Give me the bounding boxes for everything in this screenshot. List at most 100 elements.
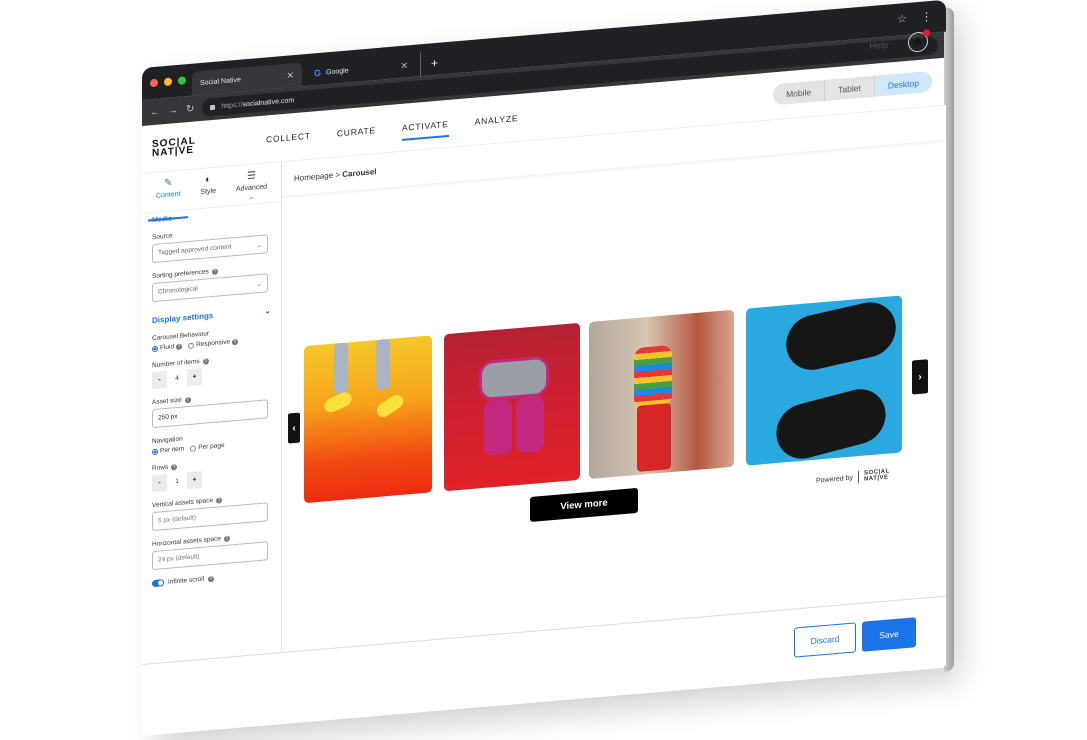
close-tab-icon[interactable]: ✕ xyxy=(400,60,408,72)
mockup-stage: Social Native ✕ G Google ✕ + ☆ ⋮ ← → ↻ h… xyxy=(0,0,1087,737)
image-detail xyxy=(374,392,406,420)
help-icon[interactable]: ? xyxy=(232,338,239,345)
increment-button[interactable]: + xyxy=(187,476,202,484)
tab-content[interactable]: ✎ Content xyxy=(156,177,181,212)
nav-curate[interactable]: CURATE xyxy=(337,119,376,144)
social-native-logo[interactable]: SOC|AL NAT|VE xyxy=(142,130,266,159)
url-scheme: https:// xyxy=(221,100,243,110)
breadcrumb-homepage[interactable]: Homepage xyxy=(294,170,333,182)
image-detail xyxy=(516,395,544,454)
help-icon[interactable]: ? xyxy=(184,396,191,403)
increment-button[interactable]: + xyxy=(187,373,202,381)
radio-unselected-icon xyxy=(188,342,195,349)
radio-per-page[interactable]: Per page xyxy=(190,441,225,452)
sidebar-content: Media Source Tagged approved content ⌄ S… xyxy=(142,202,281,592)
logo-line-2: NAT|VE xyxy=(863,474,889,483)
carousel-prev-button[interactable]: ‹ xyxy=(288,412,300,444)
nav-analyze[interactable]: ANALYZE xyxy=(475,107,519,133)
radio-fluid[interactable]: Fluid ? xyxy=(152,343,183,353)
label-text: Asset size xyxy=(152,396,182,407)
infinite-scroll-row: Infinite scroll ? xyxy=(152,570,271,588)
settings-sidebar: ✎ Content ◐ Style ☰ Advanced ⌄ Media Sou… xyxy=(142,162,282,664)
chevron-right-icon: › xyxy=(918,371,922,383)
radio-selected-icon xyxy=(152,345,158,352)
forward-arrow-icon[interactable]: → xyxy=(168,104,178,116)
items-label: Number of items ? xyxy=(152,352,271,369)
image-detail xyxy=(322,390,354,415)
browser-menu-area: ☆ ⋮ xyxy=(897,10,932,26)
google-favicon-icon: G xyxy=(314,67,322,79)
carousel-item[interactable] xyxy=(304,335,432,504)
carousel-item[interactable] xyxy=(746,295,902,466)
display-settings-header[interactable]: Display settings ⌄ xyxy=(152,306,271,325)
save-button[interactable]: Save xyxy=(862,617,916,652)
section-title: Display settings xyxy=(152,310,214,326)
radio-per-item[interactable]: Per item xyxy=(152,445,184,455)
device-mobile-button[interactable]: Mobile xyxy=(773,79,826,106)
device-tablet-button[interactable]: Tablet xyxy=(825,75,875,101)
tab-label: Advanced xyxy=(235,183,268,194)
breadcrumb-separator: > xyxy=(333,169,343,180)
tab-style[interactable]: ◐ Style xyxy=(200,174,216,208)
radio-responsive[interactable]: Responsive ? xyxy=(188,338,239,349)
social-native-mini-logo: SOC|AL NAT|VE xyxy=(864,468,890,482)
image-detail xyxy=(376,338,390,391)
label-text: Number of items xyxy=(152,358,200,370)
browser-menu-icon[interactable]: ⋮ xyxy=(921,10,932,24)
contrast-drop-icon: ◐ xyxy=(205,174,212,186)
help-icon[interactable]: ? xyxy=(216,496,223,504)
carousel-item[interactable] xyxy=(589,309,734,480)
breadcrumb-current: Carousel xyxy=(342,166,377,179)
avatar[interactable]: A xyxy=(908,29,930,53)
help-icon[interactable]: ? xyxy=(208,575,215,582)
radio-label: Per item xyxy=(160,445,185,455)
help-icon[interactable]: ? xyxy=(202,357,209,365)
powered-by-label: Powered by xyxy=(816,474,853,485)
reload-icon[interactable]: ↻ xyxy=(186,103,194,115)
help-icon[interactable]: ? xyxy=(224,535,231,542)
chevron-down-icon: ⌄ xyxy=(256,280,262,288)
chevron-left-icon: ‹ xyxy=(292,422,296,434)
carousel-next-button[interactable]: › xyxy=(912,359,928,395)
help-icon[interactable]: ? xyxy=(171,463,178,471)
decrement-button[interactable]: - xyxy=(152,376,167,384)
maximize-window-button[interactable] xyxy=(178,76,186,85)
select-value: Tagged approved content xyxy=(158,243,232,257)
label-text: Source xyxy=(152,232,173,242)
back-arrow-icon[interactable]: ← xyxy=(150,106,160,118)
image-detail xyxy=(637,403,671,472)
rows-stepper: - 1 + xyxy=(152,470,202,493)
avatar-letter: A xyxy=(914,35,922,49)
items-value[interactable]: 4 xyxy=(167,369,187,388)
image-detail xyxy=(772,383,890,465)
tab-advanced[interactable]: ☰ Advanced ⌄ xyxy=(236,169,267,205)
powered-by: Powered by SOC|AL NAT|VE xyxy=(816,468,890,486)
nav-collect[interactable]: COLLECT xyxy=(266,124,311,150)
help-icon[interactable]: ? xyxy=(211,268,218,275)
minimize-window-button[interactable] xyxy=(164,77,172,87)
close-tab-icon[interactable]: ✕ xyxy=(286,70,294,82)
preview-canvas: Homepage > Carousel ‹ › View more Powere… xyxy=(282,105,946,653)
rows-value[interactable]: 1 xyxy=(167,472,187,491)
discard-button[interactable]: Discard xyxy=(794,622,856,658)
radio-label: Per page xyxy=(198,441,225,452)
chevron-down-icon: ⌄ xyxy=(248,193,255,201)
device-desktop-button[interactable]: Desktop xyxy=(874,70,932,97)
pencil-icon: ✎ xyxy=(164,177,173,190)
new-tab-button[interactable]: + xyxy=(420,50,439,77)
bookmark-star-icon[interactable]: ☆ xyxy=(897,12,907,26)
close-window-button[interactable] xyxy=(150,78,158,88)
decrement-button[interactable]: - xyxy=(152,479,167,487)
browser-window: Social Native ✕ G Google ✕ + ☆ ⋮ ← → ↻ h… xyxy=(142,0,954,737)
nav-activate[interactable]: ACTIVATE xyxy=(402,112,449,138)
radio-label: Fluid xyxy=(160,343,175,352)
label-text: Rows xyxy=(152,463,169,473)
select-value: Chronological xyxy=(158,285,198,296)
help-link[interactable]: Help xyxy=(869,40,888,52)
infinite-scroll-toggle[interactable] xyxy=(152,579,164,588)
rows-label: Rows ? xyxy=(152,455,271,472)
carousel-item[interactable] xyxy=(444,322,580,492)
view-more-button[interactable]: View more xyxy=(530,487,638,523)
help-icon[interactable]: ? xyxy=(176,343,183,350)
image-detail xyxy=(479,355,549,402)
